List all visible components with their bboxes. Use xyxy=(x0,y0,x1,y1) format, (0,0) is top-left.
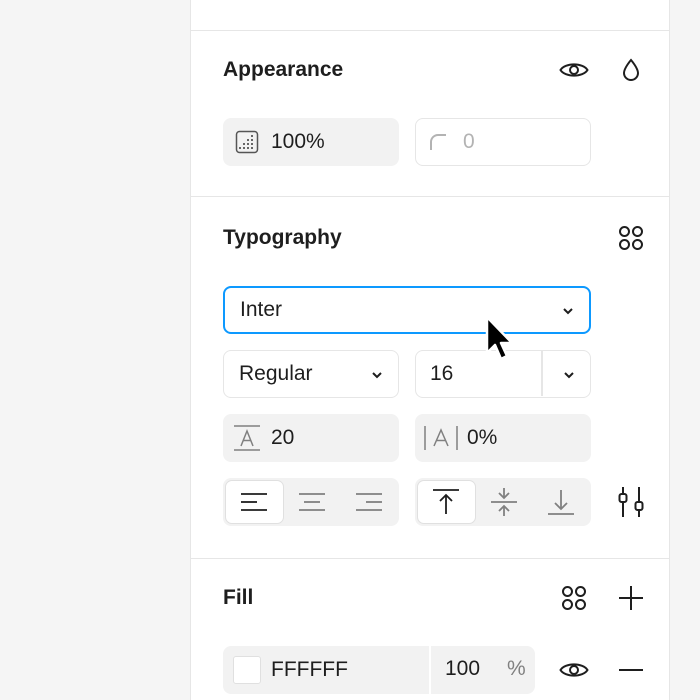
plus-icon[interactable] xyxy=(615,582,647,614)
design-panel: Appearance 100% 0 Typography Inter Regul… xyxy=(190,0,670,700)
typography-section-title: Typography xyxy=(223,226,342,249)
line-height-icon xyxy=(233,424,261,452)
font-weight-select[interactable]: Regular xyxy=(223,350,399,398)
section-divider xyxy=(191,558,669,559)
font-weight-value: Regular xyxy=(239,362,313,385)
section-divider xyxy=(191,30,669,31)
align-right-button[interactable] xyxy=(340,480,397,524)
corner-radius-field[interactable]: 0 xyxy=(415,118,591,166)
font-size-value[interactable]: 16 xyxy=(430,362,453,386)
styles-grid-icon[interactable] xyxy=(615,222,647,254)
section-divider xyxy=(191,196,669,197)
eye-icon[interactable] xyxy=(558,654,590,686)
drop-icon[interactable] xyxy=(615,54,647,86)
align-top-icon xyxy=(433,489,460,514)
horizontal-align-group xyxy=(223,478,399,526)
corner-radius-icon xyxy=(429,133,447,151)
line-height-field[interactable]: 20 xyxy=(223,414,399,462)
type-settings-icon[interactable] xyxy=(615,486,647,518)
fill-opacity-unit: % xyxy=(507,657,526,680)
styles-grid-icon[interactable] xyxy=(558,582,590,614)
eye-icon[interactable] xyxy=(558,54,590,86)
fill-hex-value[interactable]: FFFFFF xyxy=(271,658,348,682)
minus-icon[interactable] xyxy=(615,654,647,686)
align-left-icon xyxy=(241,493,268,511)
opacity-value: 100% xyxy=(271,130,325,153)
align-top-button[interactable] xyxy=(417,480,476,524)
field-separator xyxy=(429,646,431,694)
color-swatch[interactable] xyxy=(233,656,261,684)
vertical-align-group xyxy=(415,478,591,526)
font-family-value: Inter xyxy=(240,298,283,321)
align-center-icon xyxy=(299,493,325,511)
line-height-value: 20 xyxy=(271,426,295,449)
align-bottom-button[interactable] xyxy=(532,480,589,524)
align-center-button[interactable] xyxy=(284,480,341,524)
chevron-down-icon xyxy=(370,362,384,386)
opacity-icon xyxy=(235,130,259,154)
letter-spacing-field[interactable]: 0% xyxy=(415,414,591,462)
align-middle-button[interactable] xyxy=(476,480,533,524)
letter-spacing-icon xyxy=(423,425,459,451)
corner-radius-value: 0 xyxy=(463,130,475,153)
fill-section-title: Fill xyxy=(223,586,254,609)
align-bottom-icon xyxy=(547,490,574,515)
fill-opacity-value[interactable]: 100 xyxy=(445,657,480,681)
font-size-dropdown-icon[interactable] xyxy=(562,362,576,386)
align-left-button[interactable] xyxy=(225,480,284,524)
align-right-icon xyxy=(355,493,382,511)
mouse-cursor-icon xyxy=(484,315,516,372)
field-separator xyxy=(541,351,543,396)
fill-color-field[interactable]: FFFFFF 100 % xyxy=(223,646,535,694)
opacity-field[interactable]: 100% xyxy=(223,118,399,166)
align-middle-icon xyxy=(491,488,517,516)
chevron-down-icon xyxy=(561,298,575,322)
letter-spacing-value: 0% xyxy=(467,426,498,449)
appearance-section-title: Appearance xyxy=(223,58,344,81)
font-family-select[interactable]: Inter xyxy=(223,286,591,334)
